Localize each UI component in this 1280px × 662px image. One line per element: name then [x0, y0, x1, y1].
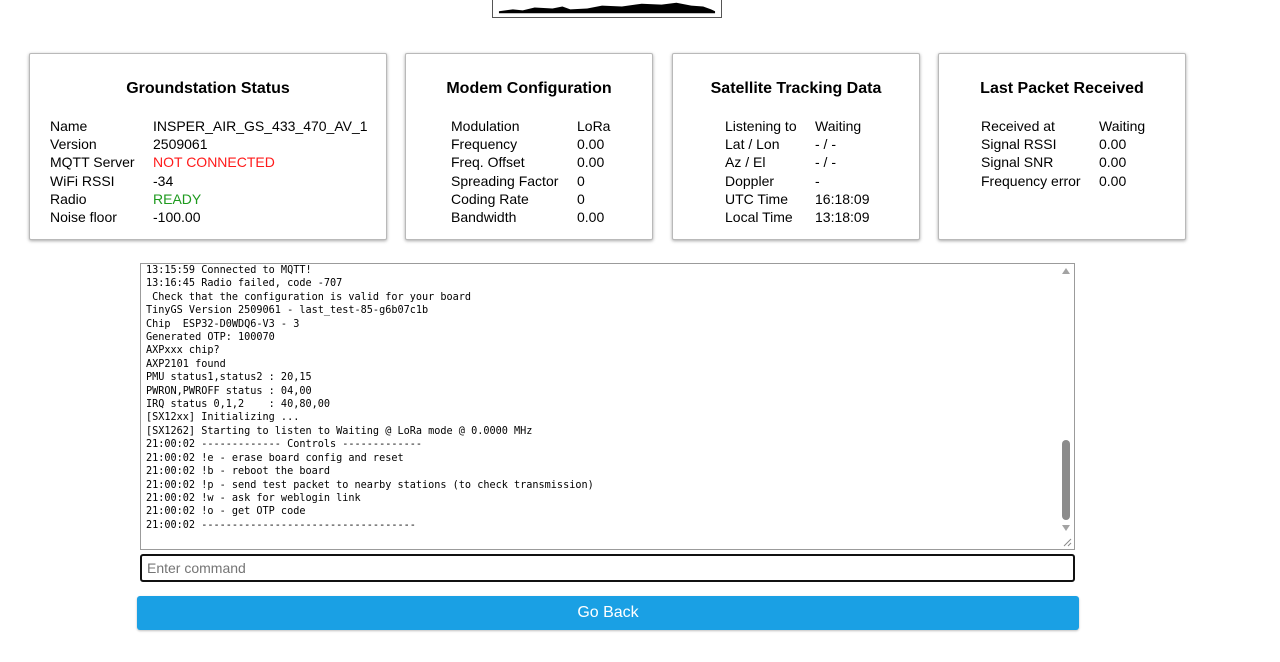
row-value: Waiting — [815, 118, 862, 134]
table-row: Spreading Factor 0 — [451, 172, 610, 190]
card-title: Last Packet Received — [980, 80, 1144, 97]
row-label: Name — [50, 118, 88, 134]
table-row: Lat / Lon - / - — [725, 135, 870, 153]
card-title: Groundstation Status — [126, 80, 290, 97]
row-label: Spreading Factor — [451, 172, 559, 189]
row-label: Radio — [50, 190, 87, 207]
row-value: - — [815, 172, 820, 189]
table-row: Noise floor -100.00 — [50, 208, 368, 226]
row-label: Version — [50, 136, 97, 153]
command-input[interactable] — [140, 554, 1075, 582]
wifi-rssi-value: -34 — [153, 172, 174, 189]
table-row: Freq. Offset 0.00 — [451, 153, 610, 171]
table-row: Az / El - / - — [725, 153, 870, 171]
station-name-value: INSPER_AIR_GS_433_470_AV_1 — [153, 118, 368, 134]
row-value: 0.00 — [1099, 136, 1127, 153]
row-value: 0.00 — [1099, 154, 1127, 171]
scroll-up-arrow-icon[interactable] — [1062, 268, 1070, 274]
row-label: Frequency — [451, 136, 518, 153]
version-value: 2509061 — [153, 136, 208, 153]
console-log[interactable]: 13:15:59 Connected to MQTT! 13:16:45 Rad… — [140, 263, 1075, 550]
table-row: Name INSPER_AIR_GS_433_470_AV_1 — [50, 117, 368, 135]
row-label: Signal SNR — [981, 154, 1054, 171]
row-label: Received at — [981, 118, 1055, 134]
row-value: 0 — [577, 172, 585, 189]
row-value: - / - — [815, 154, 836, 171]
row-label: Bandwidth — [451, 209, 517, 226]
table-row: Bandwidth 0.00 — [451, 208, 610, 226]
row-label: Lat / Lon — [725, 136, 780, 153]
row-label: Signal RSSI — [981, 136, 1057, 153]
row-value: 0 — [577, 190, 585, 207]
row-label: MQTT Server — [50, 154, 135, 171]
modem-configuration-table: Modulation LoRa Frequency 0.00 Freq. Off… — [451, 117, 610, 226]
row-label: Frequency error — [981, 172, 1081, 189]
go-back-button[interactable]: Go Back — [137, 596, 1079, 630]
card-title: Satellite Tracking Data — [710, 80, 882, 97]
table-row: Version 2509061 — [50, 135, 368, 153]
console-scrollbar[interactable] — [1057, 264, 1074, 549]
row-value: LoRa — [577, 118, 611, 134]
row-label: Listening to — [725, 118, 797, 134]
last-packet-card: Last Packet Received Received at Waiting… — [938, 53, 1186, 240]
table-row: Doppler - — [725, 172, 870, 190]
row-value: 0.00 — [577, 154, 605, 171]
row-label: WiFi RSSI — [50, 172, 115, 189]
table-row: Listening to Waiting — [725, 117, 870, 135]
resize-grip-icon[interactable] — [1062, 537, 1072, 547]
satellite-tracking-card: Satellite Tracking Data Listening to Wai… — [672, 53, 920, 240]
satellite-tracking-table: Listening to Waiting Lat / Lon - / - Az … — [725, 117, 870, 226]
table-row: Signal RSSI 0.00 — [981, 135, 1145, 153]
modem-configuration-card: Modem Configuration Modulation LoRa Freq… — [405, 53, 653, 240]
radio-status-value: READY — [153, 190, 202, 207]
tinygs-logo-image — [492, 0, 722, 18]
row-label: Modulation — [451, 118, 520, 134]
groundstation-status-table: Name INSPER_AIR_GS_433_470_AV_1 Version … — [50, 117, 368, 226]
row-value: 0.00 — [577, 136, 605, 153]
groundstation-status-card: Groundstation Status Name INSPER_AIR_GS_… — [29, 53, 387, 240]
row-value: 0.00 — [577, 209, 605, 226]
table-row: Signal SNR 0.00 — [981, 153, 1145, 171]
row-label: Local Time — [725, 209, 793, 226]
mqtt-status-value: NOT CONNECTED — [153, 154, 275, 171]
row-value: Waiting — [1099, 118, 1146, 134]
scroll-down-arrow-icon[interactable] — [1062, 525, 1070, 531]
row-label: UTC Time — [725, 190, 788, 207]
table-row: UTC Time 16:18:09 — [725, 190, 870, 208]
card-title: Modem Configuration — [446, 80, 612, 97]
table-row: WiFi RSSI -34 — [50, 172, 368, 190]
row-value: 16:18:09 — [815, 190, 870, 207]
row-value: - / - — [815, 136, 836, 153]
noise-floor-value: -100.00 — [153, 209, 201, 226]
row-label: Doppler — [725, 172, 775, 189]
table-row: MQTT Server NOT CONNECTED — [50, 153, 368, 171]
table-row: Modulation LoRa — [451, 117, 610, 135]
table-row: Frequency error 0.00 — [981, 172, 1145, 190]
console-text: 13:15:59 Connected to MQTT! 13:16:45 Rad… — [146, 265, 594, 531]
row-label: Az / El — [725, 154, 766, 171]
table-row: Frequency 0.00 — [451, 135, 610, 153]
scrollbar-thumb[interactable] — [1062, 440, 1070, 520]
last-packet-table: Received at Waiting Signal RSSI 0.00 Sig… — [981, 117, 1145, 190]
table-row: Radio READY — [50, 190, 368, 208]
table-row: Received at Waiting — [981, 117, 1145, 135]
row-label: Noise floor — [50, 209, 117, 226]
table-row: Local Time 13:18:09 — [725, 208, 870, 226]
row-label: Coding Rate — [451, 190, 529, 207]
row-value: 13:18:09 — [815, 209, 870, 226]
table-row: Coding Rate 0 — [451, 190, 610, 208]
row-value: 0.00 — [1099, 172, 1127, 189]
row-label: Freq. Offset — [451, 154, 525, 171]
